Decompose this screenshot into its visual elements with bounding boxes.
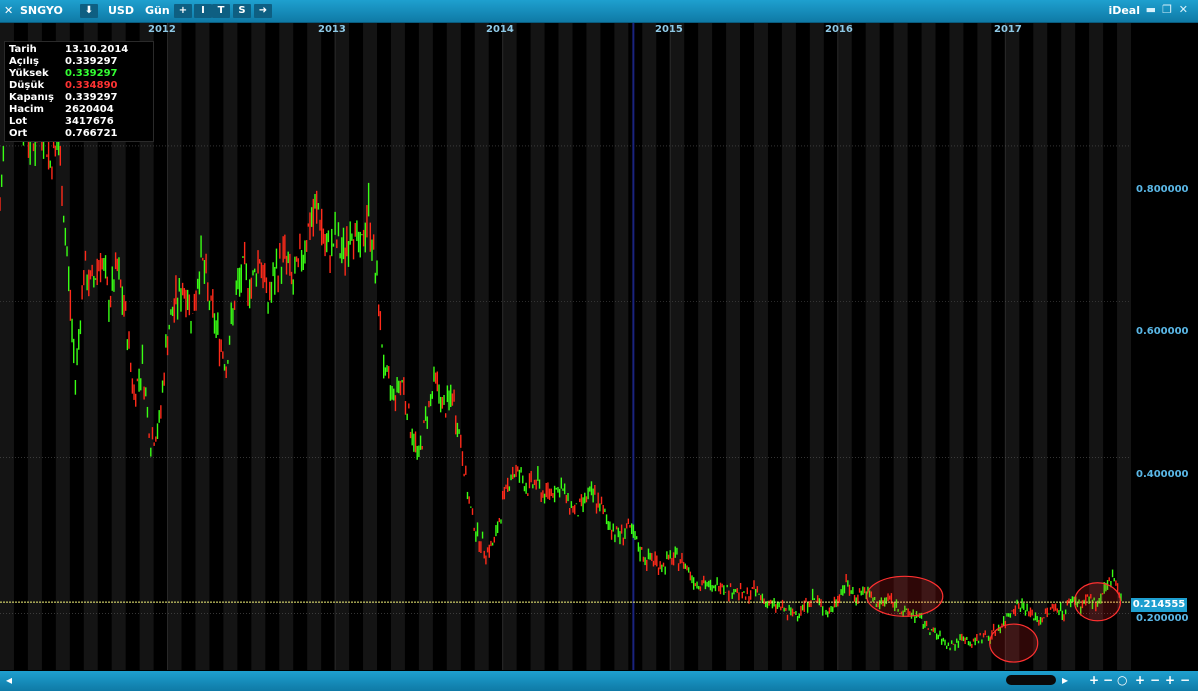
- month-band: [251, 23, 266, 670]
- info-row: Kapanış 0.339297: [9, 92, 118, 103]
- x-tick-label: 2014: [486, 24, 514, 35]
- month-band: [1033, 23, 1048, 670]
- symbol-label[interactable]: SNGYO: [20, 3, 63, 18]
- x-tick-label: 2016: [825, 24, 853, 35]
- month-band: [781, 23, 796, 670]
- scroll-left-icon[interactable]: ◂: [6, 673, 12, 687]
- month-band: [558, 23, 573, 670]
- indicator-button[interactable]: I: [194, 4, 212, 18]
- zoom-out-icon[interactable]: −: [1103, 673, 1113, 687]
- month-band: [1117, 23, 1131, 670]
- currency-label[interactable]: USD: [108, 3, 134, 18]
- month-band: [614, 23, 629, 670]
- info-row: Açılış 0.339297: [9, 56, 118, 67]
- month-band: [502, 23, 517, 670]
- trend-button[interactable]: T: [212, 4, 230, 18]
- arrow-right-icon[interactable]: ➜: [254, 4, 272, 18]
- x-tick-label: 2015: [655, 24, 683, 35]
- zoom-in-icon[interactable]: +: [1089, 673, 1099, 687]
- highlight-ellipse: [989, 623, 1039, 663]
- month-band: [446, 23, 461, 670]
- month-band: [418, 23, 433, 670]
- y-axis: [1131, 23, 1198, 670]
- settings-button[interactable]: S: [233, 4, 251, 18]
- month-band: [837, 23, 852, 670]
- brand-label: iDeal: [1108, 4, 1140, 17]
- month-band: [865, 23, 880, 670]
- info-row: Düşük 0.334890: [9, 80, 118, 91]
- month-band: [307, 23, 322, 670]
- info-row: Ort 0.766721: [9, 128, 118, 139]
- info-row: Tarih 13.10.2014: [9, 44, 129, 55]
- scroll-right-icon[interactable]: ▸: [1062, 673, 1068, 687]
- month-band: [530, 23, 545, 670]
- month-band: [474, 23, 489, 670]
- zoom-out-icon[interactable]: −: [1180, 673, 1190, 687]
- month-band: [977, 23, 992, 670]
- zoom-reset-icon[interactable]: ○: [1117, 673, 1127, 687]
- chart-scrollbar[interactable]: ◂ ▸ + − ○ + − + −: [0, 671, 1198, 691]
- y-tick-label: 0.200000: [1136, 613, 1189, 624]
- close-window-icon[interactable]: ✕: [1179, 3, 1188, 16]
- chart-toolbar: ✕ SNGYO ⬇ USD Gün + I T S ➜ iDeal ▬ ❐ ✕: [0, 0, 1198, 23]
- y-tick-label: 0.400000: [1136, 469, 1189, 480]
- month-band: [363, 23, 377, 670]
- highlight-ellipse: [866, 575, 944, 617]
- month-band: [167, 23, 182, 670]
- highlight-ellipse: [1073, 582, 1122, 622]
- month-band: [754, 23, 768, 670]
- month-band: [223, 23, 238, 670]
- zoom-out-icon[interactable]: −: [1150, 673, 1160, 687]
- add-icon[interactable]: +: [1165, 673, 1175, 687]
- x-tick-label: 2013: [318, 24, 346, 35]
- y-tick-label: 0.800000: [1136, 184, 1189, 195]
- month-band: [335, 23, 350, 670]
- info-row: Hacim 2620404: [9, 104, 114, 115]
- month-band: [1005, 23, 1020, 670]
- period-label[interactable]: Gün: [145, 3, 170, 18]
- month-band: [195, 23, 210, 670]
- month-band: [670, 23, 685, 670]
- month-band: [949, 23, 964, 670]
- month-band: [921, 23, 936, 670]
- month-band: [698, 23, 713, 670]
- price-chart[interactable]: [0, 23, 1131, 670]
- zoom-in-icon[interactable]: +: [1135, 673, 1145, 687]
- download-icon[interactable]: ⬇: [80, 4, 98, 18]
- month-band: [726, 23, 741, 670]
- scroll-thumb[interactable]: [1006, 675, 1056, 685]
- restore-icon[interactable]: ❐: [1162, 3, 1172, 16]
- month-band: [586, 23, 601, 670]
- add-button[interactable]: +: [174, 4, 192, 18]
- month-band: [390, 23, 405, 670]
- month-band: [893, 23, 908, 670]
- current-price-badge: 0.214555: [1131, 598, 1187, 612]
- month-band: [1089, 23, 1104, 670]
- close-icon[interactable]: ✕: [4, 3, 13, 18]
- x-tick-label: 2012: [148, 24, 176, 35]
- month-band: [1061, 23, 1076, 670]
- info-row: Yüksek 0.339297: [9, 68, 118, 79]
- minimize-icon[interactable]: ▬: [1146, 3, 1156, 16]
- month-band: [809, 23, 824, 670]
- ohlc-info-box: Tarih 13.10.2014 Açılış 0.339297 Yüksek 0.3…: [4, 41, 154, 142]
- y-tick-label: 0.600000: [1136, 326, 1189, 337]
- month-band: [279, 23, 294, 670]
- month-band: [642, 23, 657, 670]
- x-tick-label: 2017: [994, 24, 1022, 35]
- info-row: Lot 3417676: [9, 116, 114, 127]
